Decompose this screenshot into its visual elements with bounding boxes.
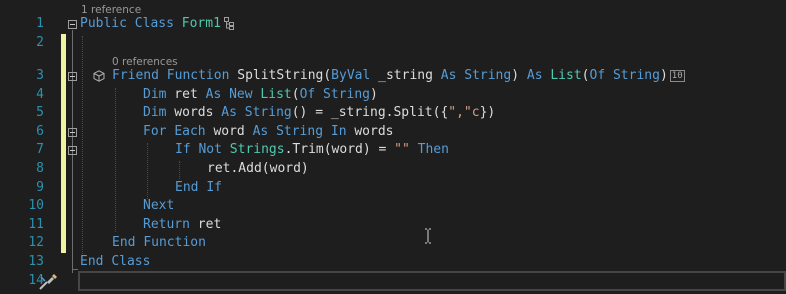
change-tracking-bar <box>61 34 66 253</box>
line-number: 1 <box>36 16 44 31</box>
line-number: 13 <box>28 254 44 269</box>
code-line-9: End If <box>175 180 222 195</box>
indent-guide <box>115 88 116 232</box>
ibeam-cursor-icon <box>425 228 431 244</box>
code-line-12: End Function <box>112 235 206 250</box>
collapse-function-icon[interactable] <box>68 72 77 81</box>
line-number: 9 <box>36 180 44 195</box>
collapse-if-icon[interactable] <box>68 146 77 155</box>
line-number: 4 <box>36 87 44 102</box>
line-number: 2 <box>36 35 44 50</box>
line-number: 12 <box>28 235 44 250</box>
screwdriver-brush-icon[interactable] <box>38 273 58 291</box>
line-number: 3 <box>36 68 44 83</box>
method-cube-icon <box>93 70 105 82</box>
code-line-6: For Each word As String In words <box>143 124 394 139</box>
line-separator-badge: 10 <box>669 69 685 82</box>
line-number: 7 <box>36 142 44 157</box>
code-line-11: Return ret <box>143 217 222 232</box>
code-line-10: Next <box>143 198 175 213</box>
indent-guide <box>147 143 148 199</box>
class-hierarchy-icon[interactable] <box>224 17 234 30</box>
line-number: 8 <box>36 161 44 176</box>
line-number: 10 <box>28 198 44 213</box>
code-line-7: If Not Strings.Trim(word) = "" Then <box>175 142 449 157</box>
code-line-13: End Class <box>80 254 151 269</box>
collapse-for-icon[interactable] <box>68 128 77 137</box>
indent-guide <box>179 161 180 179</box>
current-line-highlight[interactable] <box>78 271 786 291</box>
code-line-1: Public Class Form1 <box>80 16 221 31</box>
code-line-3: Friend Function SplitString(ByVal _strin… <box>112 68 685 83</box>
line-number: 5 <box>36 105 44 120</box>
line-number: 11 <box>28 217 44 232</box>
indent-guide <box>82 36 83 254</box>
code-editor[interactable]: 1 2 3 4 5 6 7 8 9 10 11 12 13 14 1 refer… <box>0 0 786 294</box>
code-line-5: Dim words As String() = _string.Split({"… <box>143 105 496 120</box>
collapse-class-icon[interactable] <box>68 20 77 29</box>
code-line-4: Dim ret As New List(Of String) <box>143 87 378 102</box>
line-number: 6 <box>36 124 44 139</box>
code-line-8: ret.Add(word) <box>207 161 309 176</box>
fold-region-end <box>72 269 78 270</box>
